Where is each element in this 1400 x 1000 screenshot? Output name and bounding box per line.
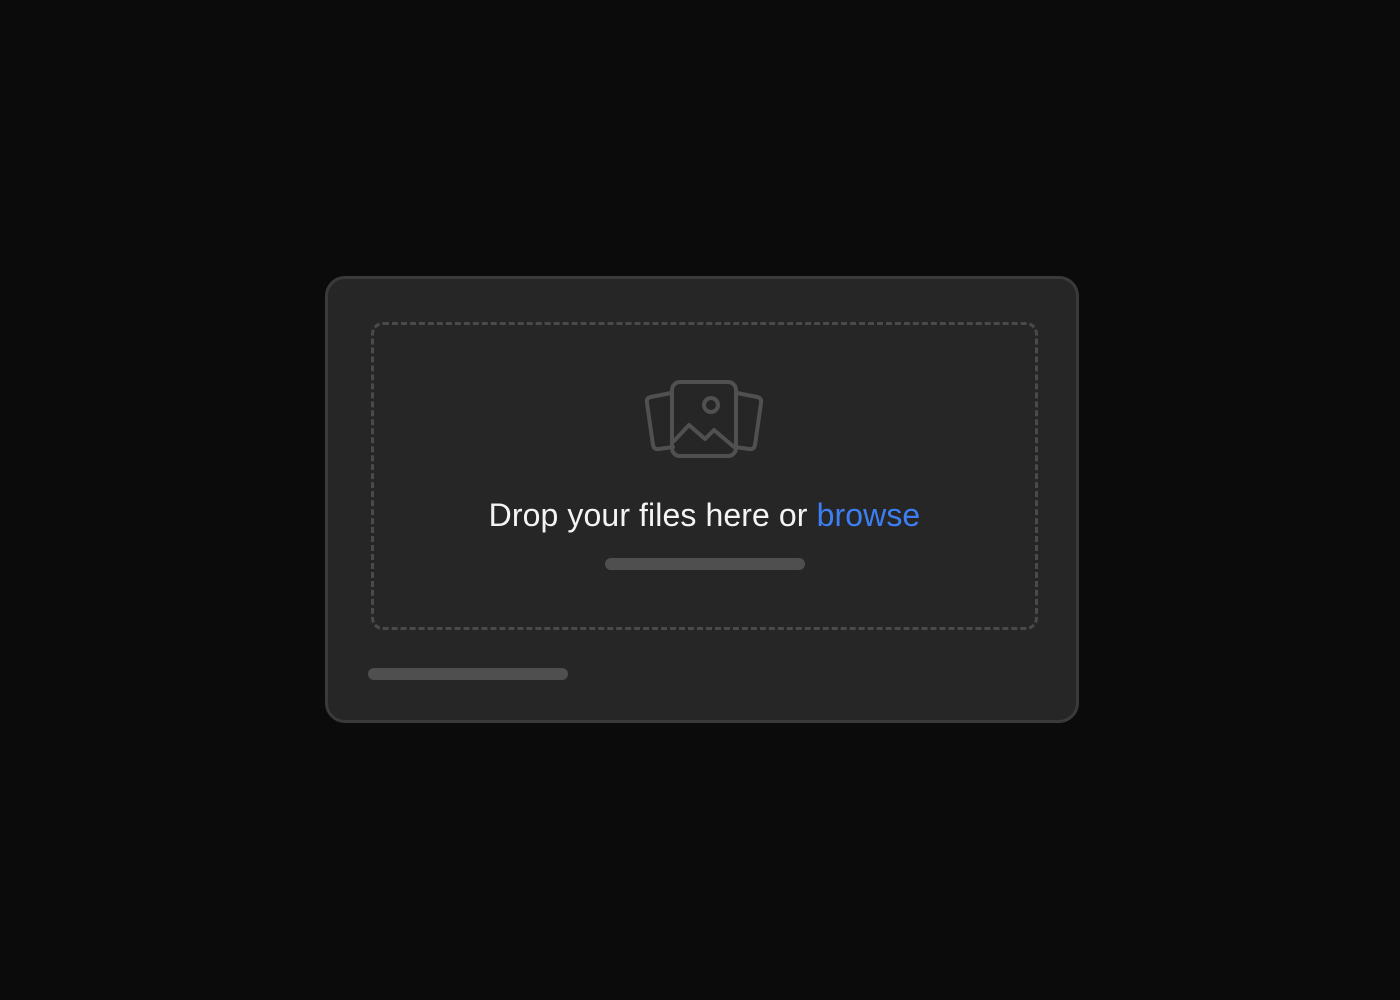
browse-link[interactable]: browse [817,497,921,533]
images-icon [643,379,767,459]
drop-prompt-text: Drop your files here or [488,497,808,533]
footer-placeholder-bar [368,668,568,680]
file-dropzone[interactable]: Drop your files here or browse [371,322,1038,630]
upload-card: Drop your files here or browse [325,276,1079,723]
drop-prompt: Drop your files here or browse [374,497,1035,534]
dropzone-placeholder-bar [604,558,805,570]
